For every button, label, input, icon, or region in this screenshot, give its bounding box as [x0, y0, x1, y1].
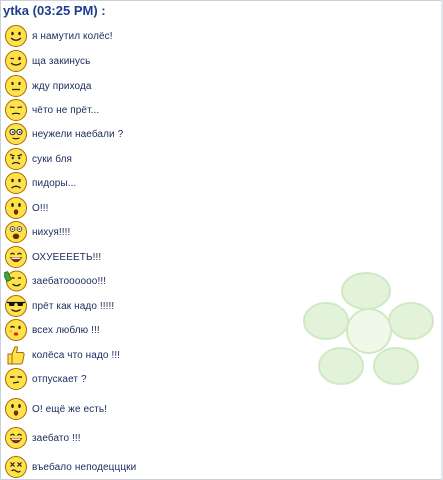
message-text: ОХУЕЕЕЕТЬ!!!	[32, 251, 102, 263]
sunglasses-icon	[5, 295, 27, 317]
message-text: ща закинусь	[32, 55, 91, 67]
glasses-smiley-icon	[5, 123, 27, 145]
laughing-icon	[5, 427, 27, 449]
message-text: неужели наебали ?	[32, 128, 124, 140]
message-text: нихуя!!!!	[32, 226, 71, 238]
message-line: пидоры...	[4, 171, 76, 195]
kiss-icon	[5, 319, 27, 341]
message-text: заебатоооооо!!!	[32, 275, 107, 287]
smile-icon	[5, 25, 27, 47]
message-text: я намутил колёс!	[32, 30, 113, 42]
message-text: пидоры...	[32, 177, 77, 189]
laughing-icon	[5, 246, 27, 268]
message-line: всех люблю !!!	[4, 318, 100, 342]
message-line: О! ещё же есть!	[4, 397, 107, 421]
message-text: прёт как надо !!!!!	[32, 300, 115, 312]
angry-icon	[5, 148, 27, 170]
message-line: въебало неподецццки	[4, 455, 136, 479]
message-line: я намутил колёс!	[4, 24, 113, 48]
message-line: нихуя!!!!	[4, 220, 70, 244]
wink-icon	[5, 50, 27, 72]
sad-icon	[5, 172, 27, 194]
message-line: суки бля	[4, 147, 72, 171]
message-text: О! ещё же есть!	[32, 403, 108, 415]
dizzy-icon	[5, 456, 27, 478]
message-line: неужели наебали ?	[4, 122, 123, 146]
surprised-icon	[5, 398, 27, 420]
message-sender-header: ytka (03:25 PM) :	[3, 3, 106, 18]
message-text: жду прихода	[32, 80, 92, 92]
message-text: колёса что надо !!!	[32, 349, 121, 361]
surprised-icon	[5, 197, 27, 219]
shocked-icon	[5, 221, 27, 243]
message-line: заебато !!!	[4, 426, 81, 450]
message-text: заебато !!!	[32, 432, 81, 444]
message-line: чёто не прёт...	[4, 98, 99, 122]
message-line: прёт как надо !!!!!	[4, 294, 114, 318]
message-line: колёса что надо !!!	[4, 343, 120, 367]
message-text: О!!!	[32, 202, 49, 214]
chat-history-window: ytka (03:25 PM) : я намутил колёс! ща за…	[0, 0, 443, 480]
neutral-icon	[5, 99, 27, 121]
message-line: О!!!	[4, 196, 49, 220]
drinking-icon	[4, 270, 27, 292]
message-text: чёто не прёт...	[32, 104, 100, 116]
message-line: ОХУЕЕЕЕТЬ!!!	[4, 245, 101, 269]
thumbs-up-icon	[7, 346, 25, 365]
message-text: въебало неподецццки	[32, 461, 137, 473]
message-text: отпускает ?	[32, 373, 87, 385]
message-text: суки бля	[32, 153, 73, 165]
flower-watermark-icon	[303, 272, 434, 385]
message-text: всех люблю !!!	[32, 324, 100, 336]
message-line: ща закинусь	[4, 49, 90, 73]
thinking-icon	[5, 368, 27, 390]
message-line: отпускает ?	[4, 367, 87, 391]
message-line: жду прихода	[4, 74, 92, 98]
waiting-icon	[5, 75, 27, 97]
message-line: заебатоооооо!!!	[4, 269, 106, 293]
